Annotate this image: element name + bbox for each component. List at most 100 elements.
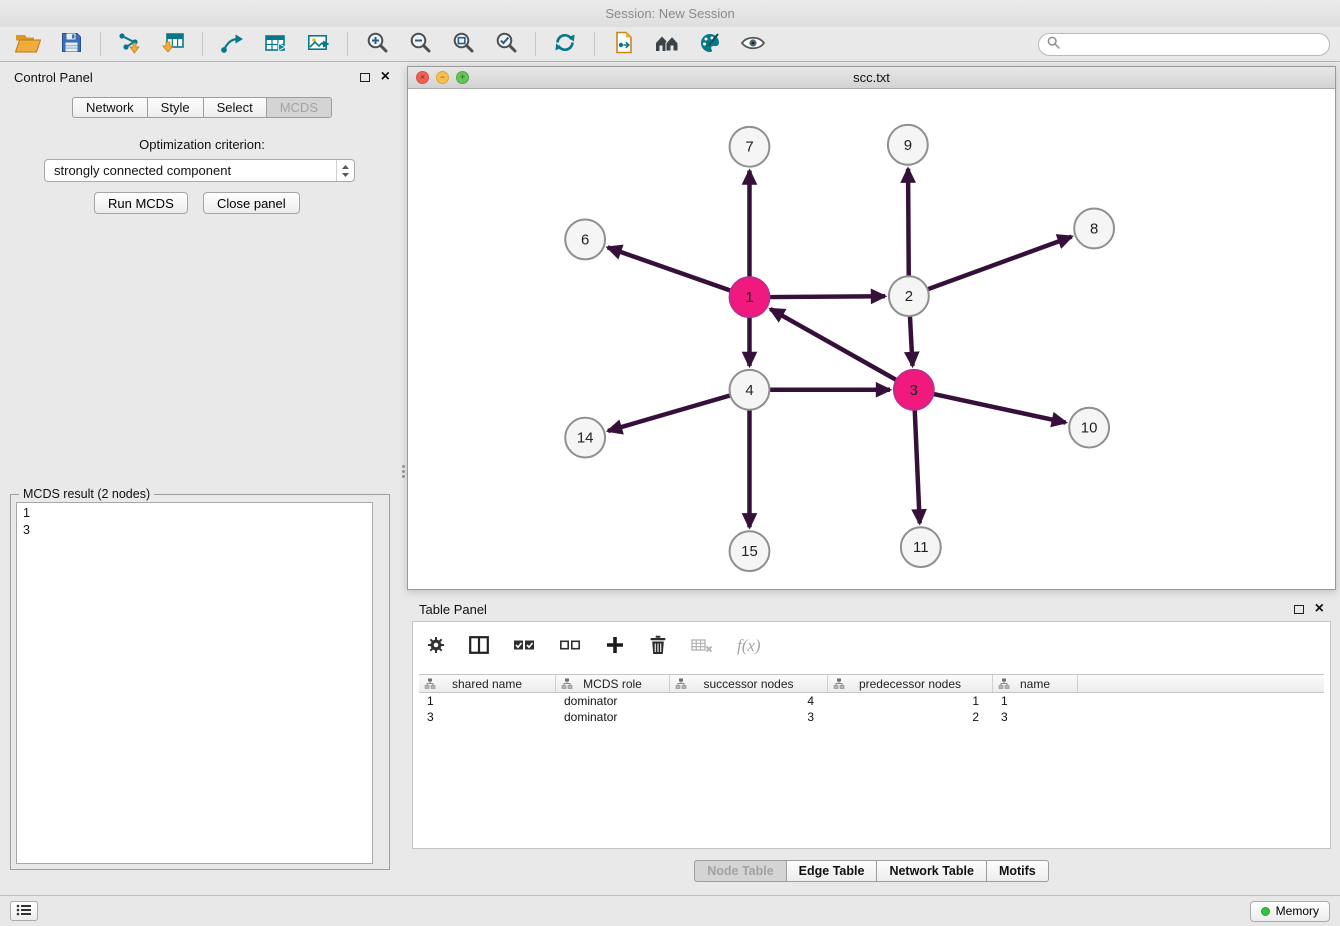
column-header-filler — [1078, 675, 1324, 692]
export-image-button[interactable] — [300, 29, 336, 59]
close-panel-button[interactable]: Close panel — [203, 192, 300, 214]
minimize-window-button[interactable]: − — [436, 71, 449, 84]
import-network-button[interactable] — [112, 29, 148, 59]
control-panel-title: Control Panel — [14, 70, 93, 85]
toolbar-separator — [535, 32, 536, 56]
delete-selected-button[interactable] — [649, 635, 667, 658]
open-session-button[interactable] — [10, 29, 46, 59]
style-paint-button[interactable] — [692, 29, 728, 59]
graph-edge-2-8[interactable] — [928, 237, 1072, 290]
cell-successor-nodes[interactable]: 4 — [670, 694, 828, 708]
mcds-result-fieldset: MCDS result (2 nodes) 1 3 — [10, 494, 390, 870]
show-hide-panels-button[interactable] — [735, 29, 771, 59]
deselect-all-button[interactable] — [559, 637, 581, 656]
column-header-name[interactable]: name — [993, 675, 1078, 692]
zoom-in-button[interactable] — [359, 29, 395, 59]
refresh-icon — [553, 31, 577, 57]
zoom-out-icon — [409, 31, 432, 57]
tab-network[interactable]: Network — [72, 97, 148, 118]
graph-edge-3-1[interactable] — [770, 309, 896, 380]
graph-node-label-6: 6 — [581, 231, 589, 248]
graph-edge-3-11[interactable] — [915, 410, 920, 524]
zoom-window-button[interactable]: + — [456, 71, 469, 84]
graph-node-label-10: 10 — [1081, 420, 1098, 437]
graph-edge-2-9[interactable] — [908, 169, 909, 277]
close-table-panel-icon[interactable]: × — [1315, 601, 1324, 617]
mcds-result-list[interactable]: 1 3 — [16, 502, 373, 864]
tab-style[interactable]: Style — [147, 97, 204, 118]
cell-name[interactable]: 3 — [993, 710, 1078, 724]
cell-shared-name[interactable]: 3 — [419, 710, 556, 724]
zoom-fit-button[interactable] — [445, 29, 481, 59]
search-icon — [1047, 36, 1060, 52]
search-input[interactable] — [1065, 37, 1321, 51]
column-settings-button[interactable] — [427, 636, 445, 657]
column-header-predecessor-nodes[interactable]: predecessor nodes — [828, 675, 993, 692]
new-network-button[interactable] — [214, 29, 250, 59]
window-title: Session: New Session — [605, 6, 734, 21]
toggle-columns-button[interactable] — [469, 636, 489, 657]
zoom-in-icon — [366, 31, 389, 57]
memory-button[interactable]: Memory — [1250, 901, 1330, 922]
zoom-out-button[interactable] — [402, 29, 438, 59]
zoom-selected-button[interactable] — [488, 29, 524, 59]
mcds-result-title: MCDS result (2 nodes) — [19, 487, 154, 501]
select-all-button[interactable] — [513, 637, 535, 656]
network-canvas[interactable]: 7968124314101511 — [408, 89, 1335, 589]
import-table-button[interactable] — [155, 29, 191, 59]
tab-edge-table[interactable]: Edge Table — [786, 860, 878, 882]
refresh-view-button[interactable] — [547, 29, 583, 59]
control-panel-header: Control Panel × — [2, 64, 402, 90]
cell-name[interactable]: 1 — [993, 694, 1078, 708]
graph-node-label-2: 2 — [905, 288, 913, 305]
table-row[interactable]: 1 dominator 4 1 1 — [419, 693, 1324, 709]
main-toolbar — [0, 27, 1340, 62]
column-header-mcds-role[interactable]: MCDS role — [556, 675, 670, 692]
mcds-result-item: 3 — [23, 522, 366, 539]
apply-layout-button[interactable] — [649, 29, 685, 59]
tab-mcds[interactable]: MCDS — [266, 97, 332, 118]
graph-edge-1-2[interactable] — [769, 296, 885, 297]
graph-edge-1-6[interactable] — [608, 247, 731, 290]
network-window-titlebar[interactable]: × − + scc.txt — [408, 67, 1335, 89]
cell-predecessor-nodes[interactable]: 2 — [828, 710, 993, 724]
close-window-button[interactable]: × — [416, 71, 429, 84]
status-bar: Memory — [0, 895, 1340, 926]
table-row[interactable]: 3 dominator 3 2 3 — [419, 709, 1324, 725]
cell-predecessor-nodes[interactable]: 1 — [828, 694, 993, 708]
graph-edge-4-14[interactable] — [608, 395, 730, 431]
toolbar-separator — [100, 32, 101, 56]
graph-edge-2-3[interactable] — [910, 316, 913, 366]
table-toolbar: f(x) — [413, 622, 1330, 670]
run-mcds-button[interactable]: Run MCDS — [94, 192, 188, 214]
cell-mcds-role[interactable]: dominator — [556, 694, 670, 708]
graph-node-label-1: 1 — [745, 289, 753, 306]
column-header-successor-nodes[interactable]: successor nodes — [670, 675, 828, 692]
tab-network-table[interactable]: Network Table — [876, 860, 987, 882]
network-table-button[interactable] — [257, 29, 293, 59]
cell-shared-name[interactable]: 1 — [419, 694, 556, 708]
panel-splitter[interactable] — [402, 460, 406, 482]
close-panel-icon[interactable]: × — [381, 69, 390, 85]
tab-select[interactable]: Select — [203, 97, 267, 118]
clone-network-button[interactable] — [606, 29, 642, 59]
cell-successor-nodes[interactable]: 3 — [670, 710, 828, 724]
optimization-criterion-select[interactable]: strongly connected component — [44, 159, 355, 182]
control-panel-tabs: Network Style Select MCDS — [2, 97, 402, 118]
open-folder-icon — [15, 32, 41, 56]
save-session-button[interactable] — [53, 29, 89, 59]
tab-node-table[interactable]: Node Table — [694, 860, 786, 882]
graph-node-label-11: 11 — [913, 539, 929, 556]
float-panel-icon[interactable] — [360, 73, 370, 82]
show-panel-list-button[interactable] — [10, 901, 38, 921]
tab-motifs[interactable]: Motifs — [986, 860, 1049, 882]
network-table-icon — [263, 32, 287, 57]
cell-mcds-role[interactable]: dominator — [556, 710, 670, 724]
add-row-button[interactable] — [605, 635, 625, 658]
toolbar-separator — [594, 32, 595, 56]
column-header-shared-name[interactable]: shared name — [419, 675, 556, 692]
floppy-disk-icon — [61, 32, 82, 56]
document-copy-icon — [613, 31, 636, 57]
float-table-panel-icon[interactable] — [1294, 605, 1304, 614]
graph-edge-3-10[interactable] — [933, 394, 1065, 423]
